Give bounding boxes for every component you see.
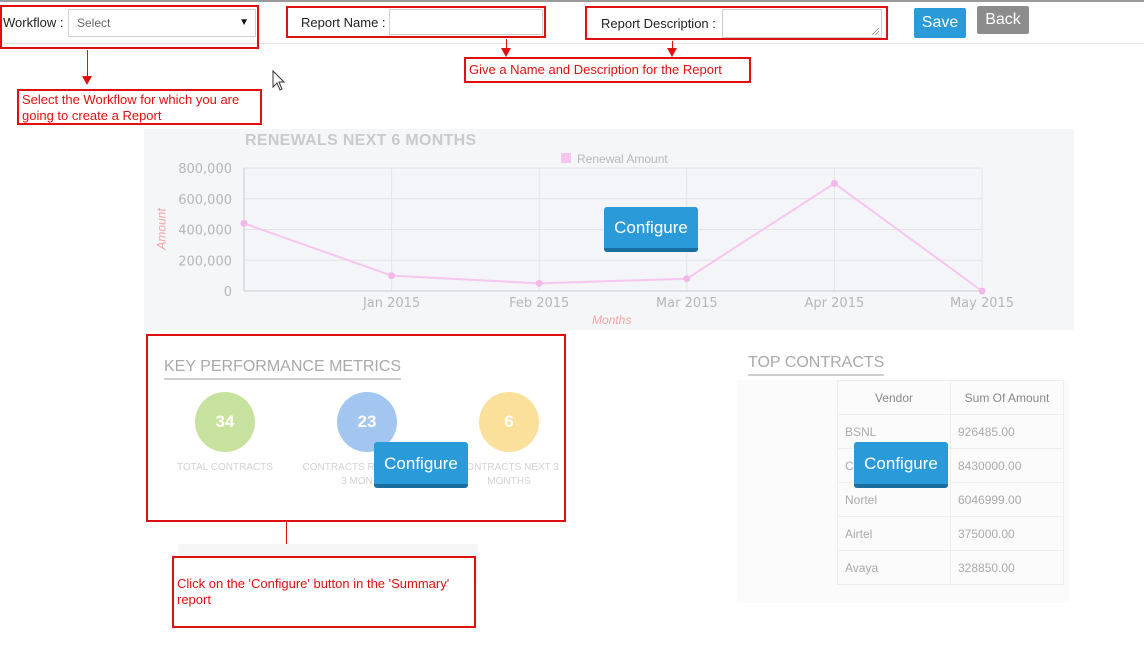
data-point: [978, 287, 986, 295]
name-arrow-head: [501, 48, 511, 57]
report-description-label: Report Description :: [601, 16, 716, 31]
configure-arrow-line: [286, 522, 287, 546]
back-button[interactable]: Back: [977, 6, 1029, 34]
y-tick-label: 400,000: [178, 224, 232, 239]
workflow-callout: Select the Workflow for which you are go…: [17, 89, 262, 125]
kpi-title: KEY PERFORMANCE METRICS: [164, 358, 402, 380]
y-tick-label: 0: [224, 285, 232, 300]
workflow-select-value: Select: [77, 16, 111, 30]
mouse-cursor-icon: [272, 70, 286, 91]
x-tick-label: Mar 2015: [656, 296, 718, 311]
workflow-select[interactable]: Select ▼: [68, 9, 256, 37]
configure-callout-text: Click on the 'Configure' button in the '…: [177, 576, 450, 607]
amount-cell: 375000.00: [950, 516, 1064, 551]
workflow-arrow-head: [82, 76, 92, 85]
vendor-cell: Airtel: [837, 516, 951, 551]
chart-configure-button[interactable]: Configure: [604, 207, 698, 252]
x-tick-label: Jan 2015: [362, 296, 420, 311]
kpi-contracts-next-circle: 6: [479, 392, 539, 452]
data-point: [830, 179, 838, 187]
amount-cell: 8430000.00: [950, 448, 1064, 483]
kpi-contracts-next-label-line1: CONTRACTS NEXT 3: [459, 462, 559, 473]
vendor-column-header: Vendor: [837, 380, 951, 415]
amount-column-header: Sum Of Amount: [950, 380, 1064, 415]
amount-cell: 926485.00: [950, 414, 1064, 449]
y-tick-label: 600,000: [178, 193, 232, 208]
x-tick-label: May 2015: [950, 296, 1014, 311]
x-axis-title: Months: [592, 313, 632, 327]
report-description-textarea[interactable]: [722, 9, 882, 38]
chevron-down-icon: ▼: [239, 17, 249, 28]
report-name-label: Report Name :: [301, 15, 386, 30]
workflow-label: Workflow :: [3, 15, 64, 30]
vendor-cell: Avaya: [837, 550, 951, 585]
x-tick-label: Feb 2015: [509, 296, 569, 311]
top-border: [0, 0, 1144, 2]
workflow-arrow-line: [87, 50, 88, 76]
y-tick-label: 200,000: [178, 254, 232, 269]
y-tick-label: 800,000: [178, 162, 232, 177]
resize-grip-icon[interactable]: [872, 28, 879, 35]
table-header-row: Vendor Sum Of Amount: [837, 380, 1064, 415]
name-description-callout: Give a Name and Description for the Repo…: [464, 57, 751, 83]
x-tick-label: Apr 2015: [805, 296, 865, 311]
table-row: Avaya 328850.00: [837, 550, 1064, 585]
data-point: [240, 219, 248, 227]
kpi-configure-button[interactable]: Configure: [374, 442, 468, 488]
amount-cell: 6046999.00: [950, 482, 1064, 517]
kpi-total-contracts-circle: 34: [195, 392, 255, 452]
amount-cell: 328850.00: [950, 550, 1064, 585]
report-name-input[interactable]: [389, 9, 543, 35]
data-point: [535, 279, 543, 287]
y-axis-title: Amount: [154, 208, 169, 250]
data-point: [683, 275, 691, 283]
top-contracts-configure-button[interactable]: Configure: [854, 442, 948, 488]
configure-callout: Click on the 'Configure' button in the '…: [172, 556, 476, 628]
kpi-contracts-next-label: CONTRACTS NEXT 3 MONTHS: [459, 461, 559, 489]
top-contracts-title: TOP CONTRACTS: [748, 354, 885, 376]
data-point: [388, 272, 396, 280]
table-row: Airtel 375000.00: [837, 516, 1064, 551]
kpi-contracts-next-label-line2: MONTHS: [487, 476, 531, 487]
save-button[interactable]: Save: [914, 8, 966, 38]
description-arrow-head: [667, 48, 677, 57]
